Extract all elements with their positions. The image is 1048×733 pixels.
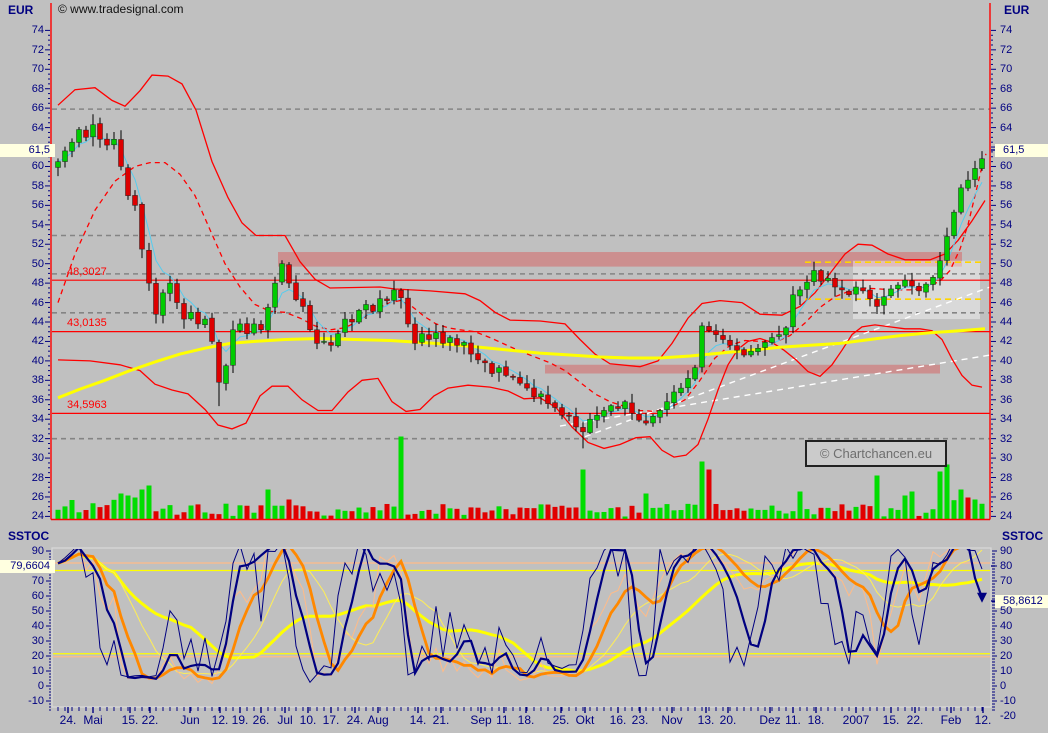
sstoc-value-label-right: 58,8612 bbox=[995, 595, 1048, 608]
last-price-label-right: 61,5 bbox=[995, 144, 1048, 157]
currency-label-left: EUR bbox=[8, 3, 33, 17]
tradesignal-copyright: © www.tradesignal.com bbox=[58, 2, 184, 16]
resistance-level-label: 48,3027 bbox=[67, 266, 107, 278]
sstoc-title-right: SSTOC bbox=[1002, 529, 1043, 543]
sstoc-value-label-left: 79,6604 bbox=[0, 560, 55, 573]
support-level-label: 43,0135 bbox=[67, 317, 107, 329]
chart-canvas[interactable] bbox=[0, 0, 1048, 733]
currency-label-right: EUR bbox=[1004, 3, 1029, 17]
trading-chart-window: EUR © www.tradesignal.com EUR 48,3027 43… bbox=[0, 0, 1048, 733]
support-level-label: 34,5963 bbox=[67, 399, 107, 411]
chartchancen-watermark: © Chartchancen.eu bbox=[805, 440, 947, 467]
last-price-label-left: 61,5 bbox=[0, 144, 55, 157]
sstoc-title-left: SSTOC bbox=[8, 529, 49, 543]
